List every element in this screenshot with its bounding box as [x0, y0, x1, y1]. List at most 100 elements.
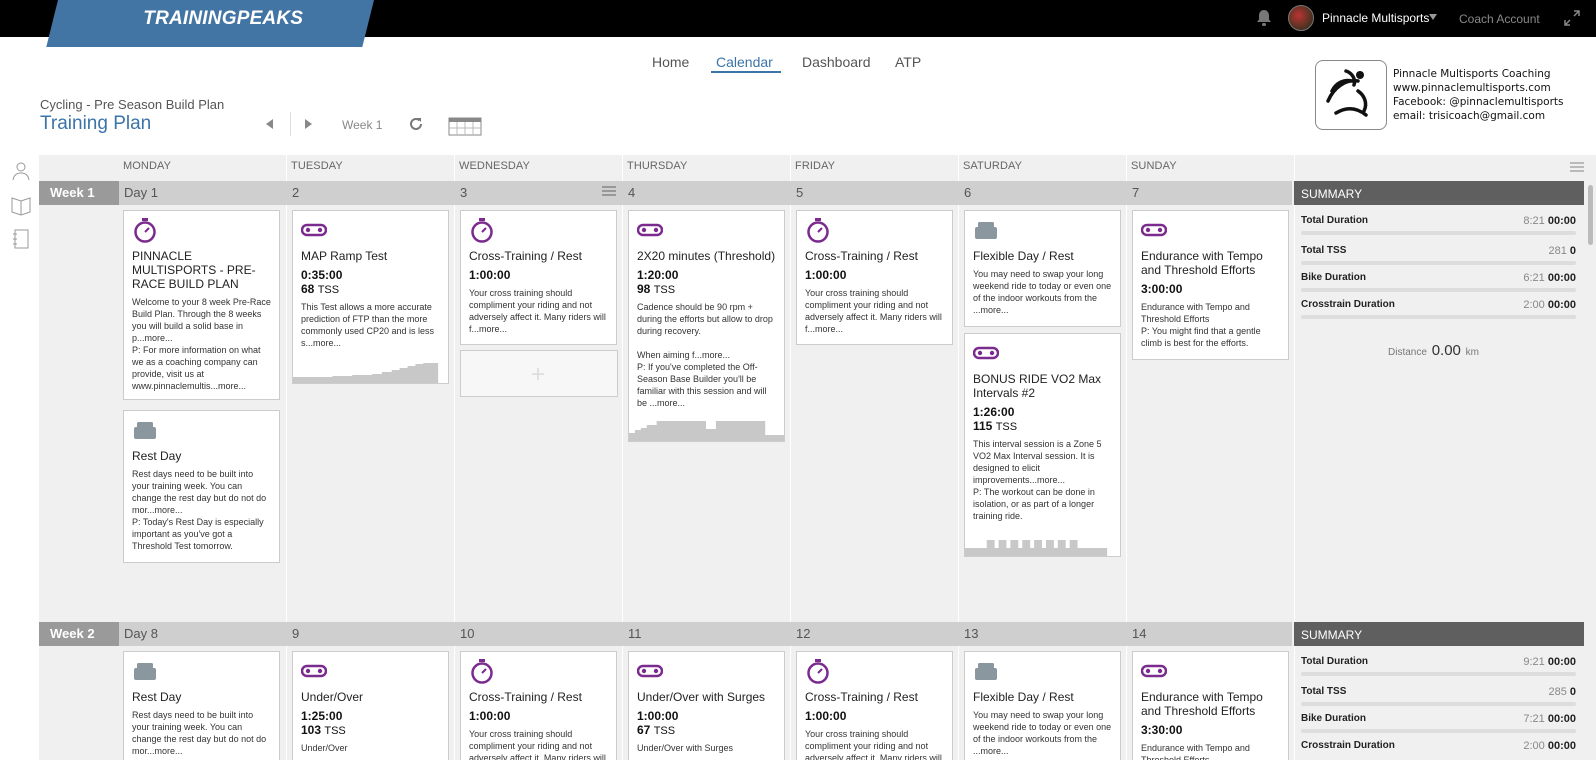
- day-menu-icon[interactable]: [602, 186, 616, 196]
- refresh-icon[interactable]: [408, 116, 424, 132]
- card-description: You may need to swap your long weekend r…: [973, 710, 1112, 756]
- week-band: [39, 622, 1292, 646]
- card-title[interactable]: Endurance with Tempo and Threshold Effor…: [1141, 690, 1280, 718]
- workout-card[interactable]: Rest Day Rest days need to be built into…: [123, 410, 280, 563]
- card-title[interactable]: Cross-Training / Rest: [805, 690, 944, 704]
- workout-card[interactable]: Endurance with Tempo and Threshold Effor…: [1132, 210, 1289, 360]
- workout-card[interactable]: Under/Over 1:25:00 103 TSS Under/Over: [292, 651, 449, 760]
- card-title[interactable]: Cross-Training / Rest: [805, 249, 944, 263]
- card-title[interactable]: Cross-Training / Rest: [469, 249, 608, 263]
- workout-card[interactable]: Cross-Training / Rest 1:00:00 Your cross…: [796, 210, 953, 345]
- card-description: Welcome to your 8 week Pre-Race Build Pl…: [132, 297, 271, 391]
- card-title[interactable]: Rest Day: [132, 690, 271, 704]
- calendar-icon[interactable]: [448, 116, 482, 136]
- day-number: 9: [292, 626, 300, 641]
- column-divider: [1294, 155, 1295, 760]
- week-label[interactable]: Week 2: [39, 622, 119, 646]
- vertical-scrollbar[interactable]: [1584, 181, 1596, 760]
- library-book-icon[interactable]: [10, 194, 32, 216]
- card-title[interactable]: 2X20 minutes (Threshold): [637, 249, 776, 263]
- card-tss: 103 TSS: [301, 723, 346, 737]
- workout-card[interactable]: Flexible Day / Rest You may need to swap…: [964, 210, 1121, 327]
- card-title[interactable]: Endurance with Tempo and Threshold Effor…: [1141, 249, 1280, 277]
- tab-home[interactable]: Home: [652, 54, 689, 70]
- card-duration: 1:00:00: [805, 268, 847, 282]
- expand-icon[interactable]: [1564, 10, 1580, 26]
- summary-value: 7:21 00:00: [1523, 713, 1576, 725]
- card-description: Endurance with Tempo and Threshold Effor…: [1141, 743, 1250, 760]
- coach-account-link[interactable]: Coach Account: [1459, 12, 1540, 26]
- workout-card[interactable]: Cross-Training / Rest 1:00:00 Your cross…: [460, 651, 617, 760]
- prev-week-icon[interactable]: [266, 119, 273, 129]
- card-title[interactable]: Flexible Day / Rest: [973, 690, 1112, 704]
- add-workout-button[interactable]: +: [460, 350, 618, 397]
- workout-card[interactable]: Under/Over with Surges 1:00:00 67 TSS Un…: [628, 651, 785, 760]
- workout-card[interactable]: PINNACLE MULTISPORTS - PRE-RACE BUILD PL…: [123, 210, 280, 400]
- rest-bed-icon: [134, 663, 156, 680]
- day-header-monday: MONDAY: [123, 160, 172, 172]
- stopwatch-icon: [807, 659, 829, 684]
- day-header-saturday: SATURDAY: [963, 160, 1023, 172]
- day-number: 2: [292, 185, 300, 200]
- workout-card[interactable]: Rest Day Rest days need to be built into…: [123, 651, 280, 760]
- card-title[interactable]: Rest Day: [132, 449, 271, 463]
- workout-card[interactable]: Cross-Training / Rest 1:00:00 Your cross…: [460, 210, 617, 345]
- workout-card[interactable]: MAP Ramp Test 0:35:00 68 TSS This Test a…: [292, 210, 449, 384]
- card-description: Rest days need to be built into your tra…: [132, 710, 267, 756]
- card-duration: 0:35:00: [301, 268, 343, 282]
- card-title[interactable]: Under/Over: [301, 690, 440, 704]
- summary-header: SUMMARY: [1294, 181, 1584, 205]
- card-title[interactable]: Under/Over with Surges: [637, 690, 776, 704]
- card-title[interactable]: Flexible Day / Rest: [973, 249, 1112, 263]
- workout-profile-chart: [293, 363, 439, 383]
- plus-icon: +: [531, 361, 546, 388]
- workout-card[interactable]: Cross-Training / Rest 1:00:00 Your cross…: [796, 651, 953, 760]
- active-tab-underline: [711, 71, 781, 73]
- card-description: You may need to swap your long weekend r…: [973, 269, 1112, 315]
- summary-row: Crosstrain Duration 2:00 00:00: [1301, 299, 1580, 319]
- card-title[interactable]: BONUS RIDE VO2 Max Intervals #2: [973, 372, 1112, 400]
- workout-card[interactable]: BONUS RIDE VO2 Max Intervals #2 1:26:00 …: [964, 333, 1121, 557]
- account-name[interactable]: Pinnacle Multisports: [1322, 11, 1429, 25]
- next-week-icon[interactable]: [305, 119, 312, 129]
- card-title[interactable]: Cross-Training / Rest: [469, 690, 608, 704]
- workout-profile-chart: [629, 421, 784, 441]
- workout-profile-chart: [965, 540, 1108, 556]
- column-divider: [1126, 155, 1127, 760]
- athlete-icon[interactable]: [10, 160, 32, 182]
- notebook-icon[interactable]: [10, 228, 32, 250]
- bell-icon[interactable]: [1256, 9, 1272, 27]
- logo[interactable]: TRAININGPEAKS: [46, 0, 374, 47]
- summary-value: 8:21 00:00: [1523, 215, 1576, 227]
- card-description: Your cross training should compliment yo…: [469, 288, 606, 334]
- coach-contact: Pinnacle Multisports Coaching www.pinnac…: [1393, 67, 1564, 123]
- card-title[interactable]: MAP Ramp Test: [301, 249, 440, 263]
- tab-atp[interactable]: ATP: [895, 54, 921, 70]
- card-duration: 1:26:00: [973, 405, 1015, 419]
- chevron-down-icon[interactable]: [1429, 14, 1437, 20]
- workout-card[interactable]: Endurance with Tempo and Threshold Effor…: [1132, 651, 1289, 760]
- card-description: This interval session is a Zone 5 VO2 Ma…: [973, 439, 1102, 521]
- week-label[interactable]: Week 1: [39, 181, 119, 205]
- summary-value: 2:00 00:00: [1523, 740, 1576, 752]
- summary-value: 9:21 00:00: [1523, 656, 1576, 668]
- workout-card[interactable]: Flexible Day / Rest You may need to swap…: [964, 651, 1121, 760]
- stopwatch-icon: [807, 218, 829, 243]
- coach-name: Pinnacle Multisports Coaching: [1393, 68, 1551, 80]
- card-description: Endurance with Tempo and Threshold Effor…: [1141, 302, 1261, 348]
- rest-bed-icon: [975, 222, 997, 239]
- tab-calendar[interactable]: Calendar: [716, 54, 773, 70]
- scrollbar-thumb[interactable]: [1588, 185, 1593, 245]
- column-divider: [958, 155, 959, 760]
- card-duration: 3:00:00: [1141, 282, 1183, 296]
- triathlete-logo-icon: [1326, 69, 1368, 117]
- workout-card[interactable]: 2X20 minutes (Threshold) 1:20:00 98 TSS …: [628, 210, 785, 442]
- day-number: Day 8: [124, 626, 158, 641]
- day-number: 13: [964, 626, 979, 641]
- coach-logo: [1315, 60, 1387, 130]
- card-title[interactable]: PINNACLE MULTISPORTS - PRE-RACE BUILD PL…: [132, 249, 271, 291]
- avatar[interactable]: [1288, 5, 1314, 31]
- card-duration: 3:30:00: [1141, 723, 1183, 737]
- hamburger-menu-icon[interactable]: [1570, 162, 1584, 172]
- tab-dashboard[interactable]: Dashboard: [802, 54, 871, 70]
